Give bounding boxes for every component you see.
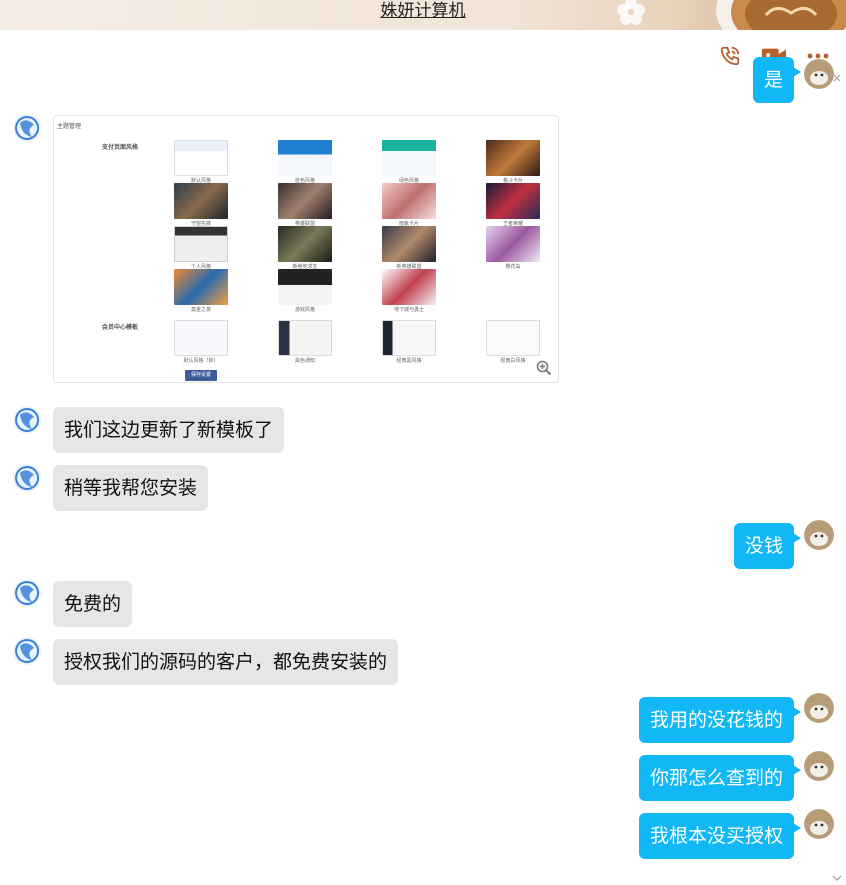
theme-thumbnail[interactable] (382, 320, 436, 356)
theme-thumbnail[interactable] (278, 183, 332, 219)
user-avatar[interactable] (804, 809, 834, 839)
theme-thumbnail[interactable] (278, 226, 332, 262)
zoom-in-icon[interactable] (536, 360, 552, 376)
user-avatar[interactable] (804, 59, 834, 89)
image-message[interactable]: 主题管理 支付页面风格 会员中心模板 默认风格 蓝色风格 绿色风格 格斗卡片 守… (53, 115, 559, 383)
theme-caption: 经典白风格 (500, 358, 526, 364)
theme-caption: 地下城与勇士 (393, 307, 424, 313)
theme-thumbnail[interactable] (486, 320, 540, 356)
theme-thumbnail[interactable] (382, 183, 436, 219)
theme-caption: 经典黑风格 (396, 358, 422, 364)
theme-caption: 樱花岛 (505, 264, 521, 270)
chat-title[interactable]: 姝妍计算机 (0, 0, 846, 30)
contact-avatar[interactable] (12, 578, 42, 608)
theme-thumbnail[interactable] (486, 226, 540, 262)
collapse-icon[interactable] (832, 73, 842, 83)
theme-caption: 游戏风格 (294, 307, 315, 313)
contact-avatar[interactable] (12, 113, 42, 143)
contact-avatar[interactable] (12, 463, 42, 493)
theme-thumbnail[interactable] (382, 140, 436, 176)
theme-thumbnail[interactable] (278, 269, 332, 305)
screenshot-section-pay: 支付页面风格 (102, 145, 139, 151)
contact-avatar[interactable] (12, 405, 42, 435)
message-bubble[interactable]: 稍等我帮您安装 (53, 465, 209, 511)
theme-thumbnail[interactable] (174, 269, 228, 305)
theme-thumbnail[interactable] (174, 226, 228, 262)
voice-call-button[interactable] (716, 42, 744, 70)
message-bubble[interactable]: 我用的没花钱的 (638, 697, 802, 743)
theme-thumbnail[interactable] (382, 226, 436, 262)
message-bubble[interactable]: 你那怎么查到的 (638, 755, 802, 801)
theme-thumbnail[interactable] (486, 140, 540, 176)
message-bubble[interactable]: 授权我们的源码的客户，都免费安装的 (53, 639, 399, 685)
message-bubble[interactable]: 我们这边更新了新模板了 (53, 407, 285, 453)
theme-thumbnail[interactable] (382, 269, 436, 305)
theme-thumbnail[interactable] (174, 140, 228, 176)
chat-window: 姝妍计算机 是 主题管理 支付页面风格 会员中心模板 默认风格 蓝色风格 绿色风… (0, 0, 846, 885)
theme-thumbnail[interactable] (278, 320, 332, 356)
title-bar: 姝妍计算机 (0, 0, 846, 30)
message-bubble[interactable]: 我根本没买授权 (638, 813, 802, 859)
scroll-down-icon[interactable] (832, 873, 842, 883)
theme-thumbnail[interactable] (486, 183, 540, 219)
theme-caption: 默认风格（新） (183, 358, 219, 364)
user-avatar[interactable] (804, 751, 834, 781)
message-bubble[interactable]: 免费的 (53, 581, 133, 627)
contact-avatar[interactable] (12, 636, 42, 666)
user-avatar[interactable] (804, 693, 834, 723)
save-settings-button: 保存设置 (185, 370, 217, 381)
phone-icon (720, 46, 740, 66)
user-avatar[interactable] (804, 520, 834, 550)
theme-thumbnail[interactable] (174, 320, 228, 356)
screenshot-section-member: 会员中心模板 (102, 325, 139, 331)
message-bubble[interactable]: 是 (752, 57, 802, 103)
theme-thumbnail[interactable] (278, 140, 332, 176)
theme-thumbnail[interactable] (174, 183, 228, 219)
screenshot-header: 主题管理 (57, 124, 82, 130)
theme-caption: 莫金之夜 (190, 307, 211, 313)
message-bubble[interactable]: 没钱 (733, 523, 802, 569)
theme-caption: 黑色通知 (294, 358, 315, 364)
